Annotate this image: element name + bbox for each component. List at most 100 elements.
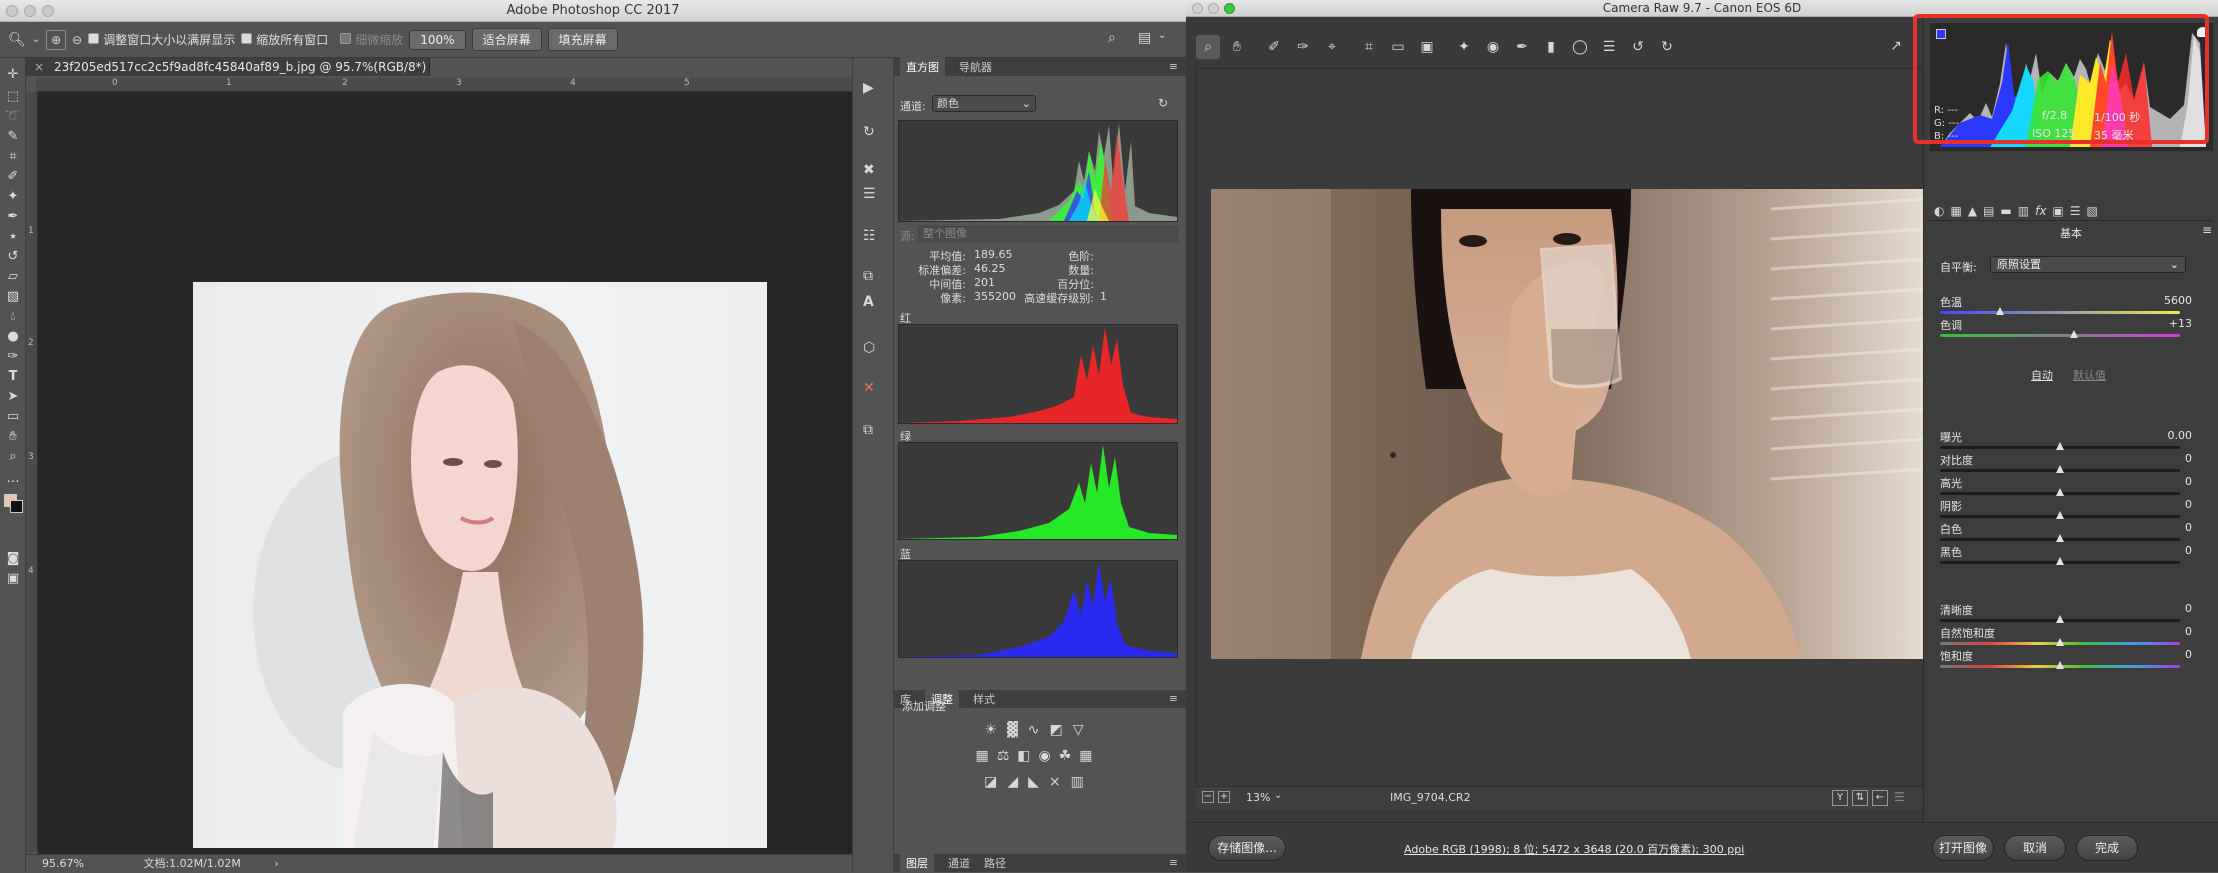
- vibrance-icon[interactable]: ▽: [1073, 722, 1084, 738]
- graduated-filter-icon[interactable]: ▮: [1539, 35, 1563, 59]
- adjustments-icon[interactable]: ☰: [863, 186, 876, 202]
- adjustment-brush-icon[interactable]: ✒: [1510, 35, 1534, 59]
- slider-thumb[interactable]: [2056, 465, 2064, 473]
- search-icon[interactable]: ⌕: [1108, 30, 1116, 46]
- close-window-button[interactable]: [6, 5, 18, 17]
- slider-value[interactable]: 5600: [2164, 294, 2192, 307]
- fill-screen-button[interactable]: 填充屏幕: [547, 28, 618, 51]
- transform-tool-icon[interactable]: ▣: [1415, 35, 1439, 59]
- white-balance-select[interactable]: 原照设置 ⌄: [1990, 256, 2186, 273]
- slider-thumb[interactable]: [2056, 534, 2064, 542]
- zoom-in-icon[interactable]: ⊕: [46, 29, 67, 50]
- panel-menu-icon[interactable]: ≡: [1169, 856, 1178, 869]
- minimize-window-button[interactable]: [1208, 3, 1219, 14]
- split-toning-icon[interactable]: ▬: [2000, 204, 2011, 218]
- zoom-window-button[interactable]: [42, 5, 54, 17]
- move-tool-icon[interactable]: ✛: [3, 64, 23, 84]
- tab-histogram[interactable]: 直方图: [900, 57, 945, 77]
- tab-channels[interactable]: 通道: [948, 855, 970, 871]
- history-icon[interactable]: ↻: [863, 124, 875, 140]
- brush-settings-icon[interactable]: ✖: [863, 162, 875, 178]
- rectangle-tool-icon[interactable]: ▭: [3, 406, 23, 426]
- photo-filter-icon[interactable]: ◉: [1039, 748, 1051, 764]
- rotate-left-icon[interactable]: ↺: [1626, 35, 1650, 59]
- quick-mask-icon[interactable]: ◙: [3, 548, 23, 568]
- properties-icon[interactable]: ☷: [863, 228, 876, 244]
- background-color-swatch[interactable]: [10, 500, 23, 513]
- zoom-tool-icon[interactable]: 🔍︎: [8, 32, 26, 48]
- slider-value[interactable]: 0: [2185, 648, 2192, 661]
- screen-mode-icon[interactable]: ▣: [3, 568, 23, 588]
- fullscreen-toggle-icon[interactable]: ↗: [1884, 34, 1908, 58]
- fit-screen-button[interactable]: 适合屏幕: [471, 28, 542, 51]
- history-brush-icon[interactable]: ↺: [3, 246, 23, 266]
- black-white-icon[interactable]: ◧: [1017, 748, 1030, 764]
- done-button[interactable]: 完成: [2076, 835, 2138, 861]
- copy-settings-icon[interactable]: ←: [1872, 790, 1888, 806]
- before-after-icon[interactable]: Y: [1832, 790, 1848, 806]
- auto-link[interactable]: 自动: [2031, 367, 2053, 383]
- slider-value[interactable]: 0.00: [2168, 429, 2193, 442]
- posterize-icon[interactable]: ◢: [1007, 774, 1018, 790]
- zoom-in-icon[interactable]: +: [1218, 791, 1230, 803]
- crop-tool-icon[interactable]: ⌗: [1357, 35, 1381, 59]
- clone-source-icon[interactable]: ⧉: [863, 268, 873, 284]
- slider-thumb[interactable]: [1996, 307, 2004, 315]
- straighten-tool-icon[interactable]: ▭: [1386, 35, 1410, 59]
- spot-removal-icon[interactable]: ✦: [1452, 35, 1476, 59]
- brush-tool-icon[interactable]: ✒: [3, 206, 23, 226]
- slider-value[interactable]: 0: [2185, 544, 2192, 557]
- zoom-out-icon[interactable]: −: [1202, 791, 1214, 803]
- eyedropper-tool-icon[interactable]: ✐: [3, 166, 23, 186]
- close-tab-icon[interactable]: ×: [34, 58, 44, 76]
- slider-track[interactable]: [1940, 334, 2180, 337]
- panel-menu-icon[interactable]: ≡: [1169, 692, 1178, 705]
- zoom-tool-icon[interactable]: ⌕: [1196, 35, 1220, 59]
- zoom-all-checkbox[interactable]: 缩放所有窗口: [241, 31, 328, 48]
- refresh-icon[interactable]: ↻: [1158, 96, 1168, 110]
- slider-value[interactable]: 0: [2185, 625, 2192, 638]
- tab-layers[interactable]: 图层: [900, 853, 934, 873]
- camera-calibration-icon[interactable]: ▣: [2052, 204, 2063, 218]
- slider-value[interactable]: 0: [2185, 475, 2192, 488]
- source-select[interactable]: 整个图像: [918, 226, 1178, 242]
- slider-thumb[interactable]: [2056, 638, 2064, 646]
- lasso-tool-icon[interactable]: ➰: [3, 106, 23, 126]
- channel-mixer-icon[interactable]: ☘: [1059, 748, 1072, 764]
- slider-track[interactable]: [1940, 311, 2180, 314]
- brightness-icon[interactable]: ☀: [984, 722, 997, 738]
- color-lookup-icon[interactable]: ▦: [1079, 748, 1092, 764]
- zoom-out-icon[interactable]: ⊖: [72, 33, 82, 47]
- preferences-icon[interactable]: ☰: [1597, 35, 1621, 59]
- zoom-window-button[interactable]: [1224, 3, 1235, 14]
- gradient-map-icon[interactable]: ▥: [1071, 774, 1084, 790]
- color-sampler-icon[interactable]: ✑: [1291, 35, 1315, 59]
- white-balance-tool-icon[interactable]: ✐: [1262, 35, 1286, 59]
- type-tool-icon[interactable]: T: [3, 366, 23, 386]
- rotate-right-icon[interactable]: ↻: [1655, 35, 1679, 59]
- document-tab[interactable]: × 23f205ed517cc2c5f9ad8fc45840af89_b.jpg…: [26, 58, 430, 76]
- slider-thumb[interactable]: [2056, 615, 2064, 623]
- eraser-tool-icon[interactable]: ▱: [3, 266, 23, 286]
- chevron-down-icon[interactable]: ⌄: [1274, 790, 1282, 801]
- radial-filter-icon[interactable]: ◯: [1568, 35, 1592, 59]
- quick-select-tool-icon[interactable]: ✎: [3, 126, 23, 146]
- zoom-tool-sidebar-icon[interactable]: ⌕: [3, 446, 23, 466]
- slider-value[interactable]: 0: [2185, 498, 2192, 511]
- gradient-tool-icon[interactable]: ▧: [3, 286, 23, 306]
- tool-preset-dropdown-icon[interactable]: ⌄: [32, 34, 40, 45]
- hand-tool-icon[interactable]: ✋︎: [1225, 35, 1249, 59]
- presets-icon[interactable]: ☰: [2070, 204, 2081, 218]
- slider-thumb[interactable]: [2056, 488, 2064, 496]
- blur-tool-icon[interactable]: 💧︎: [3, 306, 23, 326]
- target-adjust-icon[interactable]: ⌖: [1320, 35, 1344, 59]
- tab-styles[interactable]: 样式: [973, 691, 995, 707]
- color-balance-icon[interactable]: ⚖: [997, 748, 1010, 764]
- cancel-button[interactable]: 取消: [2004, 835, 2066, 861]
- preview-zoom-level[interactable]: 13%: [1246, 791, 1270, 804]
- healing-tool-icon[interactable]: ✦: [3, 186, 23, 206]
- more-tools-icon[interactable]: …: [3, 468, 23, 488]
- panel-menu-icon[interactable]: ≡: [2202, 223, 2212, 237]
- workspace-icon[interactable]: ▤: [1138, 30, 1151, 46]
- 3d-icon[interactable]: ⬡: [863, 340, 875, 356]
